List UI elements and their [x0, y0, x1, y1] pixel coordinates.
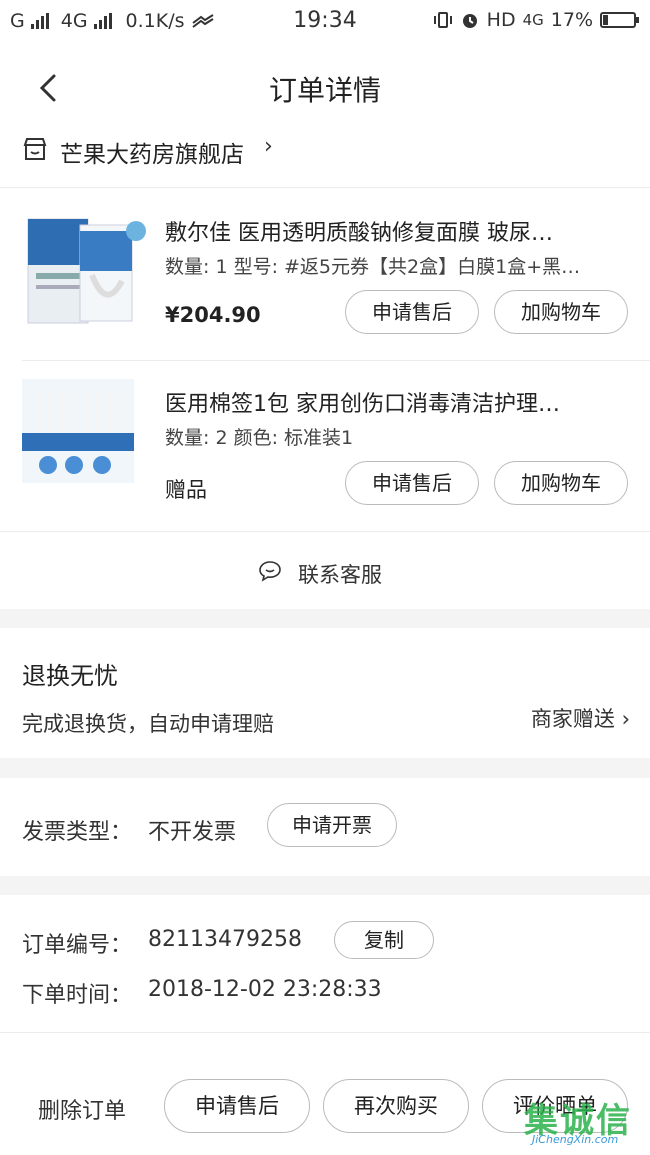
battery-fill — [603, 15, 608, 25]
order-time-label: 下单时间： — [22, 983, 133, 1008]
order-item[interactable]: 医用棉签1包 家用创伤口消毒清洁护理… 数量: 2 颜色: 标准装1 赠品 申请… — [0, 361, 650, 531]
product-spec: 数量: 2 颜色: 标准装1 — [165, 427, 354, 449]
rebuy-button[interactable]: 再次购买 — [323, 1079, 469, 1133]
section-gap — [0, 609, 650, 628]
product-name[interactable]: 医用棉签1包 家用创伤口消毒清洁护理… — [165, 386, 615, 418]
return-guarantee-section: 退换无忧 完成退换货，自动申请理赔 商家赠送 › — [0, 628, 650, 758]
status-bar: G 4G 0.1K/s 19:34 HD 4G 17% — [0, 0, 650, 44]
order-info-section: 订单编号： 82113479258 复制 下单时间： 2018-12-02 23… — [0, 895, 650, 1032]
add-to-cart-button[interactable]: 加购物车 — [494, 290, 628, 334]
section-gap — [0, 758, 650, 778]
watermark-logo: 集诚信 JiChengXin.com — [522, 1089, 642, 1149]
order-item[interactable]: 敷尔佳 医用透明质酸钠修复面膜 玻尿… 数量: 1 型号: #返5元券【共2盒】… — [0, 189, 650, 359]
network-label-2: 4G — [522, 11, 544, 29]
status-right: HD 4G 17% — [433, 9, 639, 31]
return-desc: 完成退换货，自动申请理赔 — [22, 712, 274, 736]
gift-badge: 赠品 — [165, 478, 207, 502]
merchant-gift-link[interactable]: 商家赠送 › — [531, 703, 630, 733]
order-time-value: 2018-12-02 23:28:33 — [148, 977, 382, 1002]
battery-icon — [600, 12, 639, 28]
vibrate-icon — [433, 12, 452, 28]
watermark-subtext: JiChengXin.com — [532, 1133, 619, 1146]
order-number-value: 82113479258 — [148, 927, 302, 952]
apply-invoice-button[interactable]: 申请开票 — [267, 803, 397, 847]
section-gap — [0, 876, 650, 895]
after-sale-button[interactable]: 申请售后 — [345, 290, 479, 334]
store-header[interactable]: 芒果大药房旗舰店 › — [0, 130, 650, 188]
page-title: 订单详情 — [268, 74, 381, 107]
product-price: ¥204.90 — [165, 303, 261, 327]
after-sale-button[interactable]: 申请售后 — [164, 1079, 310, 1133]
delete-order-button[interactable]: 删除订单 — [38, 1093, 126, 1125]
battery-percent: 17% — [550, 9, 593, 31]
store-name[interactable]: 芒果大药房旗舰店 — [60, 135, 244, 169]
hd-label: HD — [486, 9, 516, 31]
navigation-bar: 订单详情 — [0, 44, 650, 130]
shop-icon — [23, 138, 47, 160]
alarm-icon — [462, 14, 477, 28]
contact-service-label: 联系客服 — [298, 563, 382, 587]
product-spec: 数量: 1 型号: #返5元券【共2盒】白膜1盒+黑… — [165, 256, 581, 278]
order-number-label: 订单编号： — [22, 933, 133, 958]
after-sale-button[interactable]: 申请售后 — [345, 461, 479, 505]
product-thumbnail-mask[interactable] — [22, 211, 148, 331]
product-thumbnail-swabs[interactable] — [22, 379, 134, 483]
invoice-section: 发票类型： 不开发票 申请开票 — [0, 778, 650, 876]
copy-button[interactable]: 复制 — [334, 921, 434, 959]
invoice-label: 发票类型： — [22, 820, 133, 845]
product-name[interactable]: 敷尔佳 医用透明质酸钠修复面膜 玻尿… — [165, 215, 615, 247]
invoice-value: 不开发票 — [148, 820, 237, 845]
contact-service-button[interactable]: 联系客服 — [0, 531, 650, 609]
chat-icon — [259, 561, 281, 582]
return-title: 退换无忧 — [22, 662, 118, 690]
chevron-right-icon: › — [264, 134, 273, 159]
add-to-cart-button[interactable]: 加购物车 — [494, 461, 628, 505]
